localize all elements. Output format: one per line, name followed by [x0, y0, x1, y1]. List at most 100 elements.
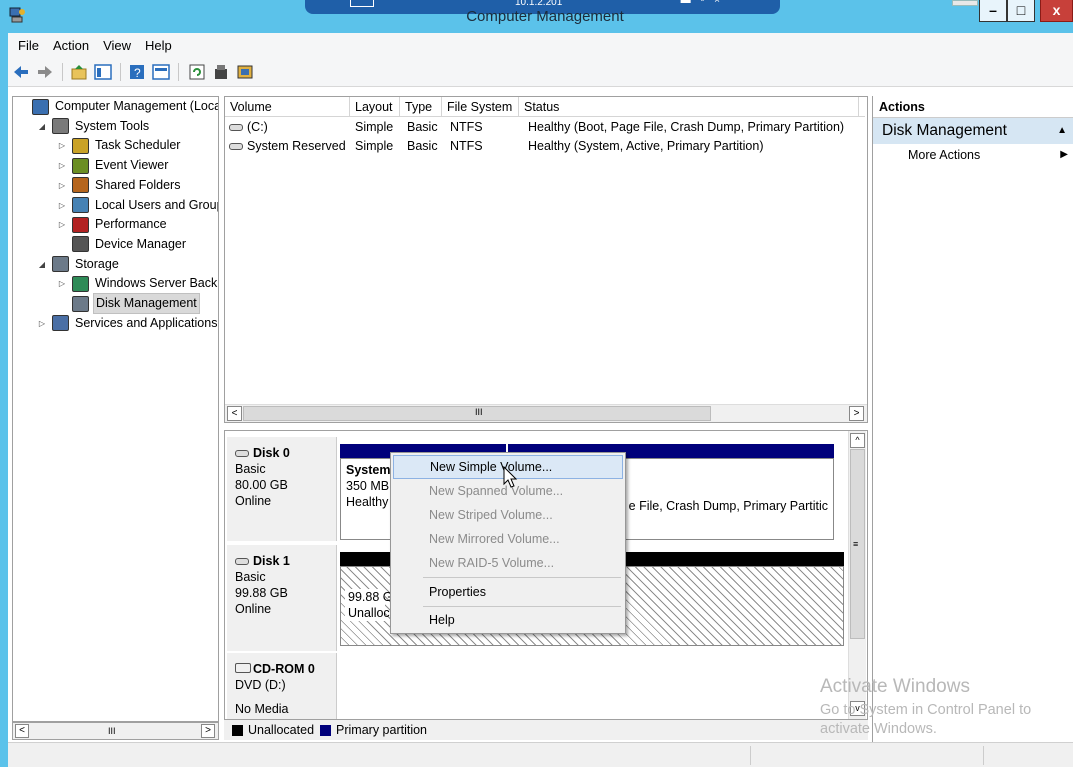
tree-item[interactable]: ▷ Performance: [57, 215, 169, 234]
expand-arrow-icon[interactable]: ▷: [57, 176, 67, 195]
scroll-left-arrow-icon[interactable]: <: [227, 406, 242, 421]
legend-unallocated: Unallocated: [248, 723, 315, 737]
svg-text:?: ?: [134, 66, 141, 80]
status-bar: [8, 742, 1073, 767]
clock-icon: [72, 137, 89, 154]
unallocated-status: Unalloc: [345, 605, 390, 621]
tree-item-label: Computer Management (Local: [55, 99, 219, 113]
wizard-icon[interactable]: [236, 63, 254, 81]
scroll-up-arrow-icon[interactable]: ^: [850, 433, 865, 448]
minimize-button[interactable]: –: [979, 0, 1007, 22]
expand-arrow-icon[interactable]: ▷: [57, 156, 67, 175]
primary-partition-swatch: [320, 724, 332, 736]
refresh-icon[interactable]: [188, 63, 206, 81]
cdrom0-label[interactable]: CD-ROM 0 DVD (D:) No Media: [227, 653, 337, 719]
collapse-arrow-icon[interactable]: ◢: [37, 117, 47, 136]
properties-icon[interactable]: [212, 63, 230, 81]
column-file-system[interactable]: File System: [442, 97, 519, 117]
disk0-label[interactable]: Disk 0 Basic 80.00 GB Online: [227, 437, 337, 541]
disk-icon: [235, 450, 249, 458]
disk1-type: Basic: [235, 570, 266, 584]
pin-icon[interactable]: [350, 0, 374, 7]
cdrom0-name: CD-ROM 0: [253, 662, 315, 676]
volume-fs: NTFS: [450, 139, 483, 153]
expand-arrow-icon[interactable]: ▷: [57, 196, 67, 215]
scroll-left-arrow-icon[interactable]: <: [15, 724, 29, 738]
tree-item-label: Windows Server Backup: [95, 276, 219, 291]
more-actions-label: More Actions: [908, 148, 981, 162]
expand-arrow-icon[interactable]: ▷: [57, 136, 67, 155]
overlay-toolbar[interactable]: [952, 0, 978, 6]
menu-help[interactable]: Help: [145, 38, 172, 53]
column-status[interactable]: Status: [519, 97, 859, 117]
window-frame-left: [0, 33, 8, 767]
disk-icon: [235, 558, 249, 566]
remote-bar-buttons[interactable]: ▬▫×: [681, 0, 730, 6]
menu-new-raid5-volume[interactable]: New RAID-5 Volume...: [393, 551, 623, 575]
toolbar-separator: [62, 63, 63, 81]
window-title: Computer Management: [466, 8, 624, 25]
menu-help[interactable]: Help: [393, 608, 623, 632]
cdrom0-drive: DVD (D:): [235, 678, 286, 692]
tree-item[interactable]: ▷ Shared Folders: [57, 176, 182, 195]
disk1-state: Online: [235, 602, 272, 616]
menu-new-mirrored-volume[interactable]: New Mirrored Volume...: [393, 527, 623, 551]
actions-section-disk-management[interactable]: Disk Management ▲: [873, 118, 1073, 144]
collapse-caret-icon[interactable]: ▲: [1057, 118, 1067, 144]
back-icon[interactable]: [12, 63, 30, 81]
menu-properties[interactable]: Properties: [393, 580, 623, 604]
actions-pane: Actions Disk Management ▲ More Actions ▶: [872, 96, 1073, 742]
watermark-line-2: Go to System in Control Panel to: [820, 702, 1032, 718]
disk1-label[interactable]: Disk 1 Basic 99.88 GB Online: [227, 545, 337, 651]
column-layout[interactable]: Layout: [350, 97, 400, 117]
menu-action[interactable]: Action: [53, 38, 89, 53]
maximize-button[interactable]: □: [1007, 0, 1035, 22]
event-viewer-icon: [72, 157, 89, 174]
storage-icon: [52, 256, 69, 273]
tree-item[interactable]: ▷ Event Viewer: [57, 156, 170, 175]
menu-file[interactable]: File: [18, 38, 39, 53]
properties-pane-icon[interactable]: [152, 63, 170, 81]
status-divider: [983, 746, 984, 765]
tree-item-label: Storage: [75, 256, 119, 271]
more-actions-item[interactable]: More Actions ▶: [873, 144, 1073, 166]
volume-icon: [229, 124, 243, 132]
volume-row[interactable]: System Reserved Simple Basic NTFS Health…: [225, 137, 865, 156]
computer-management-icon: [32, 98, 49, 115]
tree-item[interactable]: Disk Management: [57, 293, 200, 314]
menu-view[interactable]: View: [103, 38, 131, 53]
tree-item-label: Local Users and Groups: [95, 197, 219, 212]
expand-arrow-icon[interactable]: ▷: [37, 314, 47, 333]
volume-row[interactable]: (C:) Simple Basic NTFS Healthy (Boot, Pa…: [225, 118, 865, 137]
volume-layout: Simple: [355, 139, 394, 153]
tree-item-label: System Tools: [75, 118, 150, 133]
tree-item[interactable]: Device Manager: [57, 235, 188, 254]
tree-item[interactable]: ▷ Task Scheduler: [57, 136, 182, 155]
tree-item[interactable]: ▷ Local Users and Groups: [57, 196, 219, 215]
unallocated-swatch: [232, 724, 243, 736]
scroll-right-arrow-icon[interactable]: >: [849, 406, 864, 421]
tree-item[interactable]: ▷ Windows Server Backup: [57, 274, 219, 293]
scroll-grip: III: [108, 726, 116, 736]
close-button[interactable]: x: [1040, 0, 1073, 22]
help-icon[interactable]: ?: [128, 63, 146, 81]
tree-item[interactable]: Computer Management (Local: [17, 97, 219, 116]
expand-arrow-icon[interactable]: ▷: [57, 274, 67, 293]
expand-arrow-icon[interactable]: ▷: [57, 215, 67, 234]
forward-icon[interactable]: [36, 63, 54, 81]
menu-new-striped-volume[interactable]: New Striped Volume...: [393, 503, 623, 527]
tree-item[interactable]: ▷ Services and Applications: [37, 314, 218, 333]
tree-item[interactable]: ◢ System Tools: [37, 117, 151, 136]
scroll-right-arrow-icon[interactable]: >: [201, 724, 215, 738]
column-type[interactable]: Type: [400, 97, 442, 117]
tree-horizontal-scrollbar[interactable]: < III >: [12, 722, 219, 740]
tree-item[interactable]: ◢ Storage: [37, 255, 121, 274]
column-volume[interactable]: Volume: [225, 97, 350, 117]
volume-list-horizontal-scrollbar[interactable]: < III >: [225, 404, 867, 422]
disk1-size: 99.88 GB: [235, 586, 288, 600]
up-folder-icon[interactable]: [70, 63, 88, 81]
scroll-grip: III: [475, 407, 483, 417]
show-hide-tree-icon[interactable]: [94, 63, 112, 81]
collapse-arrow-icon[interactable]: ◢: [37, 255, 47, 274]
watermark-line-1: Activate Windows: [820, 676, 970, 697]
